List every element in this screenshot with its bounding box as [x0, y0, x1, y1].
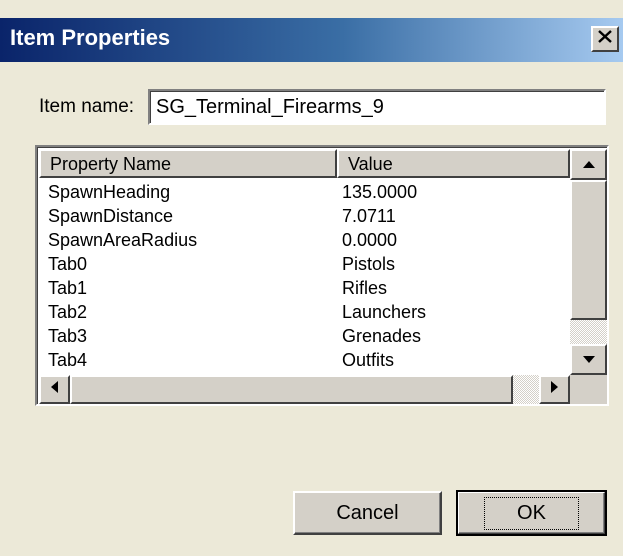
horizontal-scroll-thumb[interactable]: [70, 375, 513, 404]
list-item[interactable]: Tab4 Outfits: [39, 350, 570, 374]
list-rows: SpawnHeading 135.0000 SpawnDistance 7.07…: [39, 182, 570, 374]
property-name: SpawnDistance: [48, 206, 174, 226]
property-name: Tab2: [48, 302, 88, 322]
property-value: Grenades: [342, 326, 422, 346]
list-item[interactable]: SpawnHeading 135.0000: [39, 182, 570, 206]
list-item[interactable]: Tab3 Grenades: [39, 326, 570, 350]
list-item[interactable]: Tab0 Pistols: [39, 254, 570, 278]
item-properties-dialog: Item Properties Item name: Property Name…: [0, 0, 623, 556]
item-name-label: Item name:: [39, 96, 135, 117]
list-item[interactable]: SpawnAreaRadius 0.0000: [39, 230, 570, 254]
list-item[interactable]: SpawnDistance 7.0711: [39, 206, 570, 230]
property-value: Launchers: [342, 302, 427, 322]
property-value: 7.0711: [342, 206, 396, 226]
list-item[interactable]: Tab2 Launchers: [39, 302, 570, 326]
property-name: Tab3: [48, 326, 88, 346]
scroll-up-button[interactable]: [570, 149, 607, 180]
window-title: Item Properties: [10, 25, 171, 50]
ok-button-label: OK: [484, 496, 579, 530]
scroll-left-button[interactable]: [39, 375, 70, 404]
scrollbar-corner: [570, 375, 607, 404]
property-name: SpawnHeading: [48, 182, 171, 202]
scroll-down-button[interactable]: [570, 344, 607, 375]
property-value: Pistols: [342, 254, 396, 274]
vertical-scrollbar[interactable]: [570, 149, 607, 375]
ok-button[interactable]: OK: [456, 490, 607, 536]
property-value: Rifles: [342, 278, 388, 298]
properties-list[interactable]: Property Name Value SpawnHeading 135.000…: [35, 145, 609, 406]
property-name: Tab4: [48, 350, 88, 370]
property-value: 0.0000: [342, 230, 398, 250]
arrow-right-icon: [550, 380, 559, 399]
property-value: 135.0000: [342, 182, 418, 202]
arrow-down-icon: [582, 351, 596, 369]
property-value: Outfits: [342, 350, 395, 370]
property-name: SpawnAreaRadius: [48, 230, 198, 250]
list-item[interactable]: Tab1 Rifles: [39, 278, 570, 302]
vertical-scroll-thumb[interactable]: [570, 180, 607, 320]
title-bar[interactable]: Item Properties: [0, 18, 623, 62]
property-name: Tab1: [48, 278, 88, 298]
item-name-input[interactable]: [148, 89, 606, 125]
close-button[interactable]: [591, 26, 619, 52]
list-header: Property Name Value: [39, 149, 570, 178]
column-header-property-name[interactable]: Property Name: [39, 149, 337, 178]
property-name: Tab0: [48, 254, 88, 274]
horizontal-scrollbar[interactable]: [39, 375, 570, 404]
scroll-right-button[interactable]: [539, 375, 570, 404]
arrow-left-icon: [50, 380, 59, 399]
arrow-up-icon: [582, 156, 596, 174]
close-icon: [598, 30, 612, 48]
cancel-button[interactable]: Cancel: [293, 491, 442, 535]
column-header-value[interactable]: Value: [337, 149, 570, 178]
cancel-button-label: Cancel: [336, 501, 399, 524]
